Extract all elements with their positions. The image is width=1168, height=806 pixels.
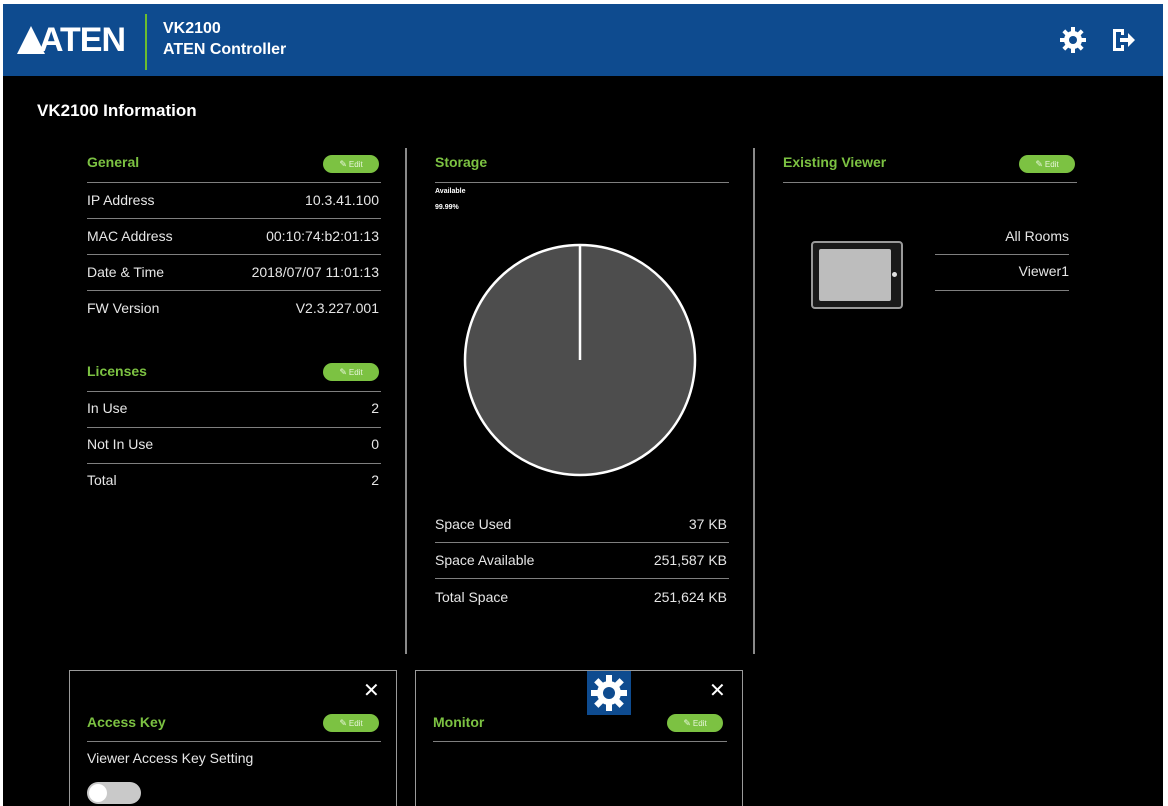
edit-label: Edit <box>348 719 363 728</box>
toggle-knob <box>89 784 107 802</box>
space-available-label: Space Available <box>435 552 535 568</box>
storage-title: Storage <box>435 154 488 170</box>
edit-icon: ✎ <box>683 718 691 728</box>
access-key-edit-button[interactable]: ✎ Edit <box>323 714 379 732</box>
ip-address-label: IP Address <box>87 192 155 208</box>
edit-label: Edit <box>692 719 707 728</box>
fw-version-label: FW Version <box>87 300 160 316</box>
divider <box>87 391 381 392</box>
top-bar: ATEN VK2100 ATEN Controller <box>3 4 1163 76</box>
general-title: General <box>87 154 140 170</box>
divider <box>87 218 381 219</box>
divider <box>435 578 729 579</box>
viewer-edit-button[interactable]: ✎ Edit <box>1019 155 1075 173</box>
column-divider <box>753 148 755 654</box>
space-used-label: Space Used <box>435 516 512 532</box>
access-key-toggle[interactable] <box>87 782 141 804</box>
app-window: ATEN VK2100 ATEN Controller VK2100 Infor… <box>3 4 1163 806</box>
gear-icon[interactable] <box>587 671 631 715</box>
divider <box>87 463 381 464</box>
edit-label: Edit <box>348 160 363 169</box>
chart-legend-label: Available <box>435 188 466 195</box>
mac-address-label: MAC Address <box>87 228 173 244</box>
divider <box>87 254 381 255</box>
total-value: 2 <box>371 472 379 488</box>
space-available-value: 251,587 KB <box>653 552 727 568</box>
divider <box>935 290 1069 291</box>
aten-logo: ATEN <box>17 20 126 60</box>
tablet-screen <box>819 249 891 301</box>
edit-label: Edit <box>1044 160 1059 169</box>
chart-legend-value: 99.99% <box>435 204 459 211</box>
divider <box>783 182 1077 183</box>
in-use-label: In Use <box>87 400 128 416</box>
general-edit-button[interactable]: ✎ Edit <box>323 155 379 173</box>
edit-icon: ✎ <box>1035 159 1043 169</box>
space-used-value: 37 KB <box>688 516 727 532</box>
fw-version-value: V2.3.227.001 <box>295 300 379 316</box>
divider <box>87 741 381 742</box>
date-time-value: 2018/07/07 11:01:13 <box>251 264 379 280</box>
viewer-item-viewer1[interactable]: Viewer1 <box>935 263 1069 279</box>
page-title: VK2100 Information <box>37 101 197 120</box>
total-space-label: Total Space <box>435 589 509 605</box>
logo-text: ATEN <box>39 20 126 59</box>
edit-icon: ✎ <box>339 159 347 169</box>
divider <box>435 542 729 543</box>
logo-separator <box>145 14 147 70</box>
divider <box>935 254 1069 255</box>
monitor-title: Monitor <box>433 714 485 730</box>
edit-icon: ✎ <box>339 367 347 377</box>
divider <box>87 182 381 183</box>
licenses-title: Licenses <box>87 363 147 379</box>
monitor-edit-button[interactable]: ✎ Edit <box>667 714 723 732</box>
monitor-panel <box>415 670 743 806</box>
date-time-label: Date & Time <box>87 264 165 280</box>
close-icon[interactable]: ✕ <box>709 678 726 703</box>
gear-icon[interactable] <box>1059 26 1087 54</box>
mac-address-value: 00:10:74:b2:01:13 <box>266 228 379 244</box>
total-label: Total <box>87 472 117 488</box>
product-name: ATEN Controller <box>163 41 287 58</box>
divider <box>433 741 727 742</box>
tablet-icon <box>811 241 903 309</box>
not-in-use-value: 0 <box>371 436 379 452</box>
access-key-setting-label: Viewer Access Key Setting <box>87 750 254 766</box>
licenses-edit-button[interactable]: ✎ Edit <box>323 363 379 381</box>
tablet-button <box>892 272 897 277</box>
viewer-item-all-rooms[interactable]: All Rooms <box>935 228 1069 244</box>
logout-icon[interactable] <box>1109 26 1137 54</box>
column-divider <box>405 148 407 654</box>
edit-icon: ✎ <box>339 718 347 728</box>
divider <box>87 427 381 428</box>
in-use-value: 2 <box>371 400 379 416</box>
total-space-value: 251,624 KB <box>653 589 727 605</box>
existing-viewer-title: Existing Viewer <box>783 154 887 170</box>
ip-address-value: 10.3.41.100 <box>305 192 379 208</box>
storage-pie-chart <box>463 243 697 477</box>
close-icon[interactable]: ✕ <box>363 678 380 703</box>
model-name: VK2100 <box>163 20 221 37</box>
access-key-title: Access Key <box>87 714 166 730</box>
not-in-use-label: Not In Use <box>87 436 154 452</box>
divider <box>435 182 729 183</box>
app-title: VK2100 ATEN Controller <box>163 18 286 60</box>
divider <box>87 290 381 291</box>
edit-label: Edit <box>348 368 363 377</box>
